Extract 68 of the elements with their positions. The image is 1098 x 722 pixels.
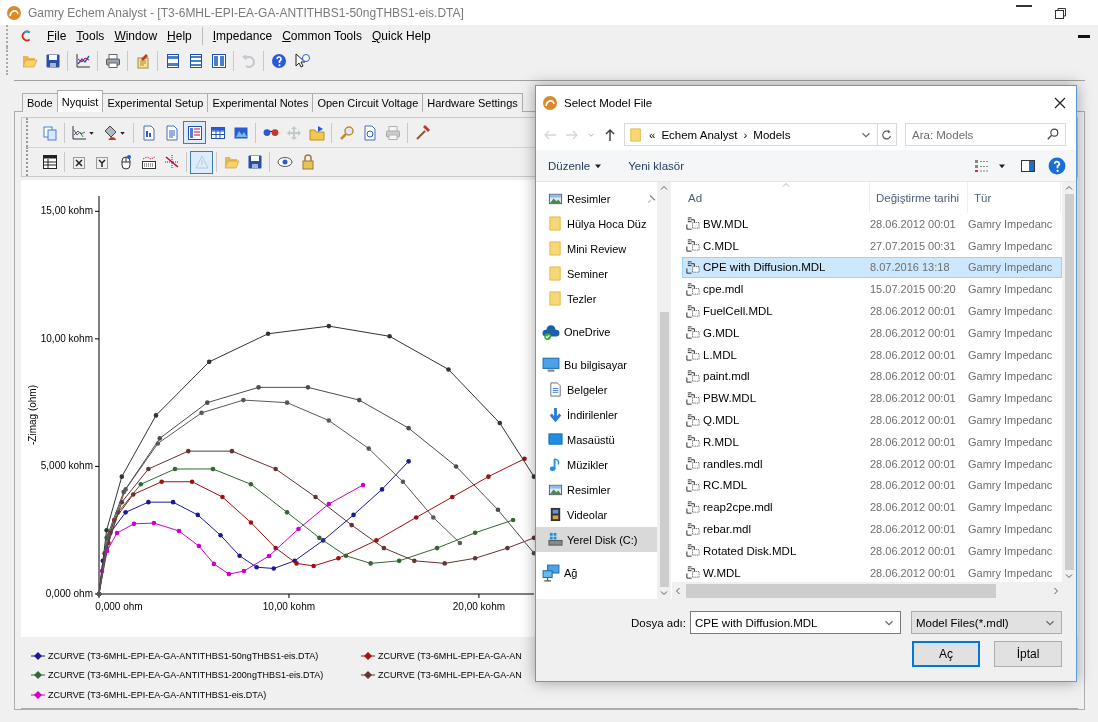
modified-date: 28.06.2012 00:01 xyxy=(869,348,957,361)
legend-label: ZCURVE (T3-6MHL-EPI-EA-GA-ANTITHBS1-50ngTHBS1-eis.DTA) xyxy=(48,650,319,661)
axis-tick-label: 5,000 kohm xyxy=(40,460,93,472)
modified-date: 28.06.2012 00:01 xyxy=(869,370,957,383)
axis-title: -Zimag (ohm) xyxy=(27,385,38,445)
dialog-title: Select Model File xyxy=(564,96,653,109)
legend-label: ZCURVE (T3-6MHL-EPI-EA-GA-AN xyxy=(378,650,522,661)
axis-tick-label: 0,000 ohm xyxy=(45,588,93,599)
file-type: Gamry Impedanc xyxy=(967,348,1054,361)
file-name: cpe.mdl xyxy=(703,283,744,296)
modified-date: 28.06.2012 00:01 xyxy=(869,479,957,492)
file-name: G.MDL xyxy=(703,326,740,339)
file-type: Gamry Impedanc xyxy=(967,435,1054,448)
field-label: Dosya adı: xyxy=(631,616,686,629)
file-name: reap2cpe.mdl xyxy=(703,501,773,514)
file-type: Gamry Impedanc xyxy=(967,457,1054,470)
file-name: FuelCell.MDL xyxy=(703,305,773,318)
file-name: BW.MDL xyxy=(703,217,749,230)
file-type: Gamry Impedanc xyxy=(967,326,1054,339)
legend-label: ZCURVE (T3-6MHL-EPI-EA-GA-ANTITHBS1-eis.DTA) xyxy=(48,689,267,700)
file-type: Gamry Impedanc xyxy=(967,305,1054,318)
file-type: Gamry Impedanc xyxy=(967,414,1054,427)
modified-date: 28.06.2012 00:01 xyxy=(869,523,957,536)
file-name: R.MDL xyxy=(703,435,739,448)
modified-date: 28.06.2012 00:01 xyxy=(869,501,957,514)
file-type: Gamry Impedanc xyxy=(967,392,1054,405)
file-name: rebar.mdl xyxy=(703,523,751,536)
file-name: randles.mdl xyxy=(703,457,763,470)
file-type: Gamry Impedanc xyxy=(967,479,1054,492)
file-type: Gamry Impedanc xyxy=(967,523,1054,536)
file-type: Gamry Impedanc xyxy=(967,501,1054,514)
file-name: paint.mdl xyxy=(703,370,750,383)
file-type: Gamry Impedanc xyxy=(967,566,1054,579)
file-type: Gamry Impedanc xyxy=(967,544,1054,557)
file-name: Rotated Disk.MDL xyxy=(703,544,797,557)
legend-label: ZCURVE (T3-6MHL-EPI-EA-GA-ANTITHBS1-200ngTHBS1-eis.DTA) xyxy=(48,670,324,681)
axis-tick-label: 20,00 kohm xyxy=(452,601,506,612)
modified-date: 28.06.2012 00:01 xyxy=(869,392,957,405)
axis-tick-label: 15,00 kohm xyxy=(40,205,93,217)
breadcrumb-separator: › xyxy=(743,128,748,141)
modified-date: 8.07.2016 13:18 xyxy=(869,261,951,274)
file-name: PBW.MDL xyxy=(703,392,757,405)
modified-date: 15.07.2015 00:20 xyxy=(869,283,957,296)
modified-date: 28.06.2012 00:01 xyxy=(869,544,957,557)
modified-date: 27.07.2015 00:31 xyxy=(869,239,957,252)
file-name: Q.MDL xyxy=(703,414,740,427)
modified-date: 28.06.2012 00:01 xyxy=(869,566,957,579)
file-type: Gamry Impedanc xyxy=(967,217,1054,230)
file-type: Gamry Impedanc xyxy=(967,239,1054,252)
axis-tick-label: 0,000 ohm xyxy=(95,601,143,612)
file-name: W.MDL xyxy=(703,566,741,579)
file-type: Gamry Impedanc xyxy=(967,370,1054,383)
file-type: Gamry Impedanc xyxy=(967,261,1054,274)
modified-date: 28.06.2012 00:01 xyxy=(869,326,957,339)
file-name: C.MDL xyxy=(703,239,739,252)
file-name: L.MDL xyxy=(703,348,737,361)
window-title: Gamry Echem Analyst - [T3-6MHL-EPI-EA-GA-ANTITHBS1-50ngTHBS1-eis.DTA] xyxy=(28,5,464,20)
file-type: Gamry Impedanc xyxy=(967,283,1054,296)
modified-date: 28.06.2012 00:01 xyxy=(869,457,957,470)
modified-date: 28.06.2012 00:01 xyxy=(869,435,957,448)
file-name: CPE with Diffusion.MDL xyxy=(703,261,826,274)
modified-date: 28.06.2012 00:01 xyxy=(869,305,957,318)
axis-tick-label: 10,00 kohm xyxy=(40,332,93,344)
axis-tick-label: 10,00 kohm xyxy=(262,601,316,612)
modified-date: 28.06.2012 00:01 xyxy=(869,217,957,230)
modified-date: 28.06.2012 00:01 xyxy=(869,414,957,427)
file-name: RC.MDL xyxy=(703,479,748,492)
legend-label: ZCURVE (T3-6MHL-EPI-EA-GA-AN xyxy=(378,670,522,681)
